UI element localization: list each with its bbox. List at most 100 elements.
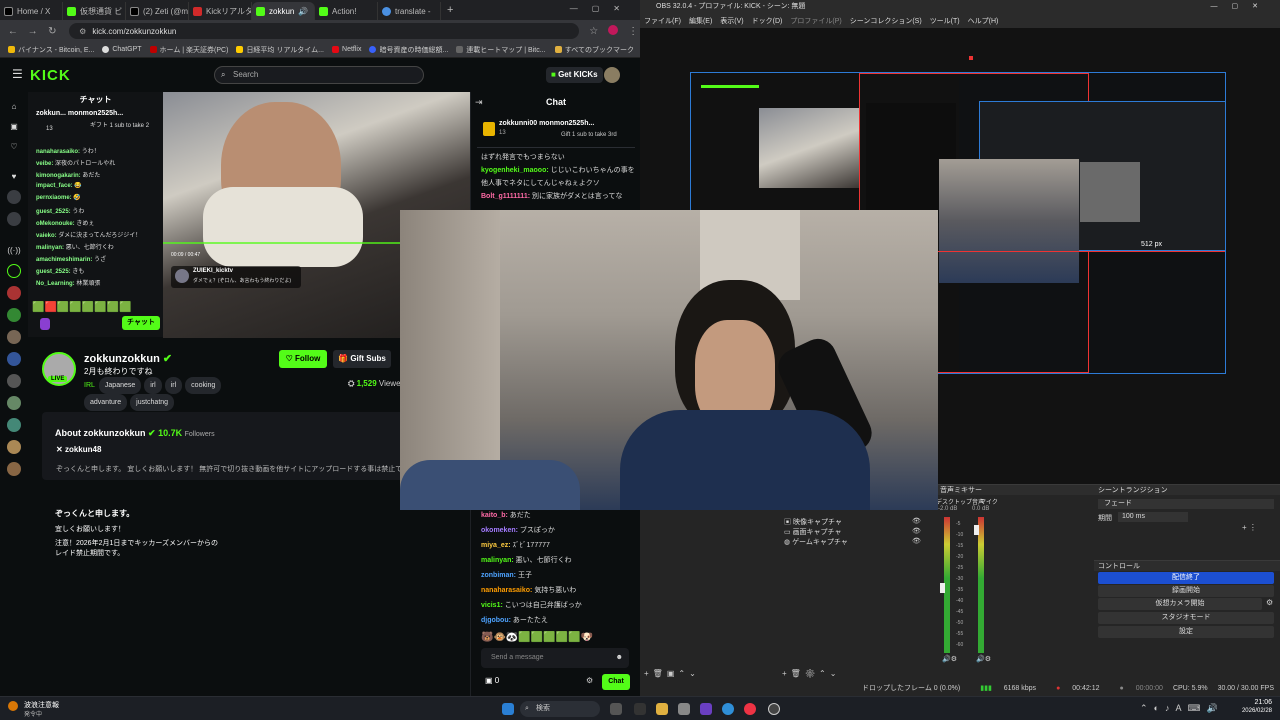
follow-button[interactable]: ♡ Follow <box>279 350 327 368</box>
menu-file[interactable]: ファイル(F) <box>644 16 681 26</box>
duration-input[interactable]: 100 ms <box>1118 512 1188 522</box>
following-icon[interactable]: ♡ <box>7 140 21 154</box>
system-tray-icons[interactable]: ⌃◐♪A⌨🔊 <box>1140 703 1224 714</box>
channel-avatar-12[interactable] <box>7 462 21 476</box>
menu-icon[interactable]: ⋮ <box>626 26 640 37</box>
tag[interactable]: cooking <box>185 377 222 394</box>
tab-action[interactable]: Action! <box>315 2 378 20</box>
start-recording-button[interactable]: 録画開始 <box>1098 585 1274 597</box>
settings-button[interactable]: 設定 <box>1098 626 1274 638</box>
virtual-camera-settings-icon[interactable]: ⚙ <box>1266 598 1273 607</box>
tab-zokkun[interactable]: zokkun 🔊 <box>252 2 315 20</box>
bookmark-binance[interactable]: バイナンス - Bitcoin, E... <box>8 45 94 55</box>
channel-avatar-7[interactable] <box>7 352 21 366</box>
bookmark-rakuten[interactable]: ホーム | 楽天証券(PC) <box>149 45 228 55</box>
category-link[interactable]: IRL <box>84 382 95 389</box>
visibility-icon[interactable]: 👁 👁 👁 <box>912 517 921 547</box>
emote-row[interactable]: 🐻🐵🐼🟩🟩🟩🟩🟩🐶 <box>481 632 593 643</box>
window-controls[interactable]: —▢✕ <box>1211 0 1272 14</box>
gift-subs-button[interactable]: 🎁 Gift Subs <box>333 350 391 368</box>
reload-icon[interactable]: ↻ <box>45 26 59 37</box>
back-icon[interactable]: ← <box>6 26 20 37</box>
source-toolbar[interactable]: +🗑⚙⌃⌄ <box>782 669 840 678</box>
emote-row[interactable]: 🟩🟥🟩🟩🟩🟩🟩🟩 <box>32 302 132 313</box>
chat-input[interactable]: Send a message ☻ <box>481 648 629 668</box>
favorite-icon[interactable]: ♥ <box>7 170 21 184</box>
source-item[interactable]: ◍ ゲームキャプチャ <box>784 537 848 547</box>
app-icon[interactable] <box>678 703 690 715</box>
bookmark-nikkei[interactable]: 日経平均 リアルタイム... <box>236 45 324 55</box>
tab-translate[interactable]: translate - <box>378 2 441 20</box>
channel-avatar-5[interactable] <box>7 308 21 322</box>
bookmark-all[interactable]: すべてのブックマーク <box>554 45 634 55</box>
bookmark-heatmap[interactable]: 連載ヒートマップ | Bitc... <box>456 45 546 55</box>
stop-streaming-button[interactable]: 配信終了 <box>1098 572 1274 584</box>
chat-send-button[interactable]: Chat <box>602 674 630 690</box>
new-tab-button[interactable]: + <box>447 4 453 16</box>
kick-logo[interactable]: KICK <box>30 67 71 84</box>
forward-icon[interactable]: → <box>26 26 40 37</box>
channel-avatar-8[interactable] <box>7 374 21 388</box>
site-info-icon[interactable]: ⚙ <box>79 27 86 36</box>
terminal-icon[interactable] <box>634 703 646 715</box>
transition-add-icon[interactable]: + ⋮ <box>1242 523 1257 532</box>
channel-avatar-2[interactable] <box>7 212 21 226</box>
resize-handle[interactable] <box>969 56 973 60</box>
edge-icon[interactable] <box>722 703 734 715</box>
start-virtual-camera-button[interactable]: 仮想カメラ開始 <box>1098 598 1262 610</box>
mic-volume-slider[interactable] <box>974 525 979 535</box>
menu-edit[interactable]: 編集(E) <box>689 16 712 26</box>
channel-avatar-1[interactable] <box>7 190 21 204</box>
emoji-icon[interactable]: ☻ <box>616 648 623 668</box>
tag[interactable]: Japanese <box>98 377 142 394</box>
channel-avatar-9[interactable] <box>7 396 21 410</box>
profile-icon[interactable] <box>607 24 621 38</box>
file-explorer-icon[interactable] <box>656 703 668 715</box>
channel-avatar-3[interactable] <box>7 264 21 278</box>
tab-zeti[interactable]: (2) Zeti (@m <box>126 2 189 20</box>
menu-view[interactable]: 表示(V) <box>720 16 743 26</box>
channel-avatar-6[interactable] <box>7 330 21 344</box>
get-kicks-button[interactable]: ■ Get KICKs <box>546 67 603 83</box>
desktop-volume-slider[interactable] <box>940 583 945 593</box>
browse-icon[interactable]: ▣ <box>7 120 21 134</box>
clock-time[interactable]: 21:06 <box>1228 699 1272 706</box>
user-avatar[interactable] <box>604 67 620 83</box>
obs-icon[interactable] <box>768 703 780 715</box>
transition-select[interactable]: フェード <box>1098 499 1274 509</box>
window-controls[interactable]: —▢✕ <box>570 4 634 13</box>
mic-mute-icon[interactable]: 🔊⚙ <box>976 655 991 663</box>
speaker-icon[interactable]: 🔊⚙ <box>942 655 957 663</box>
url-field[interactable]: ⚙ kick.com/zokkunzokkun <box>69 23 579 39</box>
tag[interactable]: advanture <box>84 394 128 411</box>
source-item[interactable]: ▭ 画面キャプチャ <box>784 527 842 537</box>
home-icon[interactable]: ⌂ <box>7 100 21 114</box>
menu-tools[interactable]: ツール(T) <box>930 16 960 26</box>
bookmark-netflix[interactable]: Netflix <box>332 46 361 53</box>
bookmark-star-icon[interactable]: ☆ <box>587 26 601 37</box>
chat-settings-icon[interactable]: ⚙ <box>586 676 593 685</box>
hamburger-menu-icon[interactable]: ☰ <box>12 67 23 81</box>
tab-home-x[interactable]: Home / X <box>0 2 63 20</box>
tab-kick-realtime[interactable]: Kickリアルタ <box>189 2 252 20</box>
menu-profile[interactable]: プロファイル(P) <box>790 16 841 26</box>
menu-scene-collection[interactable]: シーンコレクション(S) <box>850 16 922 26</box>
bookmark-chatgpt[interactable]: ChatGPT <box>102 46 142 53</box>
tag[interactable]: irl <box>164 377 183 394</box>
menu-dock[interactable]: ドック(D) <box>752 16 783 26</box>
live-icon[interactable]: ((·)) <box>7 244 21 258</box>
clock-date[interactable]: 2026/02/28 <box>1228 708 1272 714</box>
start-button-icon[interactable] <box>502 703 514 715</box>
x-link[interactable]: ✕ zokkun48 <box>56 445 101 454</box>
source-item[interactable]: ▣ 映像キャプチャ <box>784 517 842 527</box>
tag[interactable]: irl <box>144 377 162 394</box>
chrome-icon[interactable] <box>744 703 756 715</box>
copilot-icon[interactable] <box>700 703 712 715</box>
scene-toolbar[interactable]: +🗑▣⌃⌄ <box>644 669 700 678</box>
channel-avatar-4[interactable] <box>7 286 21 300</box>
tag[interactable]: justchatng <box>130 394 175 411</box>
mic-icon[interactable] <box>40 318 50 330</box>
channel-avatar-11[interactable] <box>7 440 21 454</box>
bookmark-coinmarketcap[interactable]: 暗号資産の時価総額... <box>369 45 448 55</box>
task-view-icon[interactable] <box>610 703 622 715</box>
